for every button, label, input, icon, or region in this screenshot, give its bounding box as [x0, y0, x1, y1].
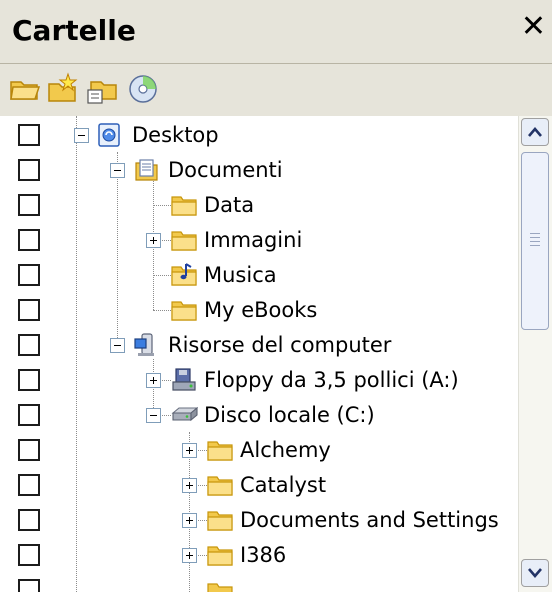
folder-icon — [207, 511, 233, 531]
checkbox-column — [0, 116, 62, 592]
checkbox[interactable] — [18, 229, 40, 251]
collapse-toggle[interactable] — [110, 163, 125, 178]
collapse-toggle[interactable] — [74, 128, 89, 143]
folder-icon — [171, 231, 197, 251]
tree-node-label: Risorse del computer — [168, 333, 392, 357]
scrollbar-thumb[interactable] — [521, 152, 549, 330]
scroll-up-button[interactable] — [521, 118, 549, 146]
folders-toolbar — [0, 64, 552, 116]
tree-node-label: Musica — [204, 263, 277, 287]
panel-title-bar: Cartelle ✕ — [0, 0, 552, 64]
vertical-scrollbar[interactable] — [518, 116, 552, 592]
tree-guide-line — [153, 205, 171, 206]
folder-icon — [171, 196, 197, 216]
tree-guide-line — [153, 275, 171, 276]
checkbox[interactable] — [18, 544, 40, 566]
chevron-up-icon — [528, 127, 542, 137]
tree-node-label: Documents and Settings — [240, 508, 499, 532]
tree-node-label: I386 — [240, 543, 287, 567]
tree-node-label: Disco locale (C:) — [204, 403, 375, 427]
collapse-toggle[interactable] — [146, 408, 161, 423]
tree-node-label: Immagini — [204, 228, 303, 252]
checkbox[interactable] — [18, 299, 40, 321]
checkbox[interactable] — [18, 404, 40, 426]
checkbox[interactable] — [18, 474, 40, 496]
checkbox[interactable] — [18, 509, 40, 531]
music-folder-icon — [171, 263, 197, 286]
tree-node-label: Floppy da 3,5 pollici (A:) — [204, 368, 459, 392]
desktop-icon — [98, 123, 120, 147]
folder-up-icon[interactable] — [8, 72, 42, 106]
folder-tree-area: Desktop Documenti Data Immagini Musica M… — [0, 116, 552, 592]
floppy-icon — [172, 368, 196, 391]
new-folder-icon[interactable] — [46, 72, 80, 106]
folder-icon — [171, 301, 197, 321]
checkbox[interactable] — [18, 439, 40, 461]
folder-icon — [207, 441, 233, 461]
folder-icon — [207, 583, 233, 592]
tree-guide-line — [76, 116, 77, 592]
checkbox[interactable] — [18, 124, 40, 146]
tree-node-label: My eBooks — [204, 298, 318, 322]
tree-node-label: Data — [204, 193, 255, 217]
tree-guide-line — [153, 310, 171, 311]
checkbox[interactable] — [18, 369, 40, 391]
checkbox[interactable] — [18, 264, 40, 286]
collapse-toggle[interactable] — [110, 338, 125, 353]
folders-panel: Cartelle ✕ Desktop Documenti Data Immagi… — [0, 0, 552, 592]
tree-node-label: Catalyst — [240, 473, 327, 497]
panel-title: Cartelle — [12, 14, 136, 47]
computer-icon — [134, 333, 154, 356]
scroll-down-button[interactable] — [521, 559, 549, 587]
tree-guide-line — [117, 152, 118, 346]
expand-toggle[interactable] — [182, 513, 197, 528]
expand-toggle[interactable] — [146, 373, 161, 388]
tree-node-label: Documenti — [168, 158, 283, 182]
checkbox[interactable] — [18, 334, 40, 356]
folder-tree: Desktop Documenti Data Immagini Musica M… — [62, 116, 518, 592]
checkbox[interactable] — [18, 194, 40, 216]
expand-toggle[interactable] — [182, 478, 197, 493]
checkbox[interactable] — [18, 579, 40, 592]
chevron-down-icon — [528, 568, 542, 578]
folder-icon — [207, 546, 233, 566]
tree-node-label: Desktop — [132, 123, 219, 147]
expand-toggle[interactable] — [146, 233, 161, 248]
hard-disk-icon — [171, 406, 198, 422]
tree-node-label: Alchemy — [240, 438, 331, 462]
folder-icon — [207, 476, 233, 496]
expand-toggle[interactable] — [182, 443, 197, 458]
expand-toggle[interactable] — [182, 548, 197, 563]
checkbox[interactable] — [18, 159, 40, 181]
documents-icon — [135, 159, 158, 181]
move-folder-icon[interactable] — [86, 72, 120, 106]
close-icon[interactable]: ✕ — [521, 12, 546, 42]
disc-icon[interactable] — [126, 72, 160, 106]
